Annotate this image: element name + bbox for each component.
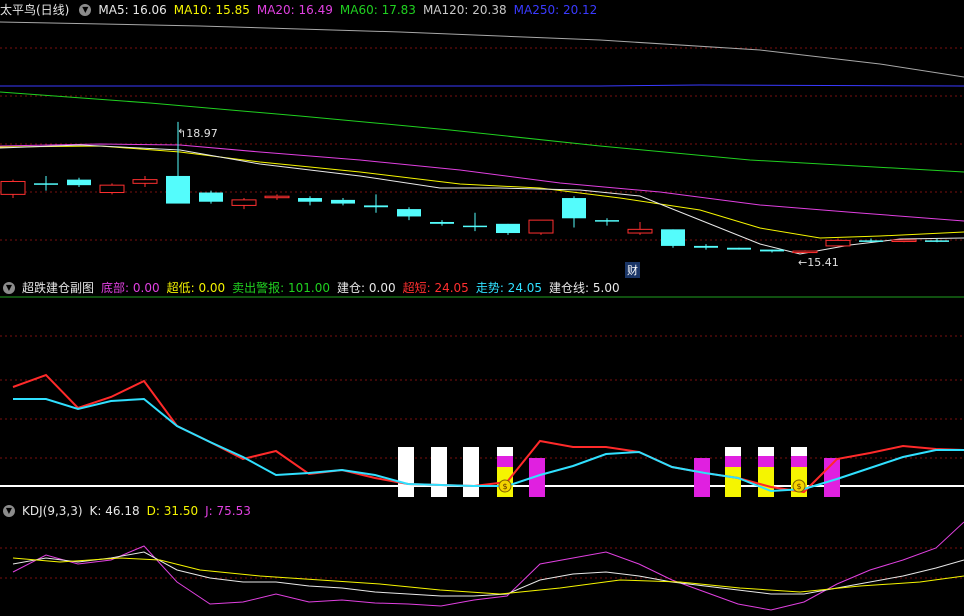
coin-icon-glyph: $ — [502, 482, 507, 491]
high-price-label: 18.97 — [186, 127, 218, 140]
candle-body — [627, 228, 653, 234]
ma60-label: MA60: 17.83 — [339, 3, 416, 17]
ma250-line — [0, 84, 964, 87]
trend-field: 走势: 24.05 — [475, 281, 543, 295]
chevron-down-icon[interactable]: ▼ — [3, 282, 15, 294]
signal-bar — [725, 467, 741, 497]
candle-body — [760, 249, 784, 252]
price-chart-panel[interactable]: 太平鸟(日线) ▼ MA5: 16.06 MA10: 15.85 MA20: 1… — [0, 0, 964, 279]
ma5-label: MA5: 16.06 — [98, 3, 167, 17]
indicator-canvas[interactable]: $ $ — [0, 279, 964, 500]
arrow-icon: ↰ — [177, 127, 187, 140]
indicator-header: ▼ 超跌建仓副图 底部: 0.00 超低: 0.00 卖出警报: 101.00 … — [0, 280, 627, 296]
candle-body — [397, 209, 421, 217]
ma120-label: MA120: 20.38 — [422, 3, 507, 17]
indicator-panel[interactable]: $ $ ▼ 超跌建仓副图 底部: 0.00 超低: 0.00 卖出警报: 101.… — [0, 279, 964, 500]
signal-bar — [694, 458, 710, 497]
candle-body — [694, 245, 718, 248]
signal-bar — [758, 467, 774, 497]
white-bar — [398, 447, 414, 497]
kdj-j-field: J: 75.53 — [205, 504, 251, 518]
high-price-marker: ↰18.97 — [177, 127, 218, 140]
chevron-down-icon[interactable]: ▼ — [79, 4, 92, 16]
candle-body — [661, 229, 685, 246]
price-chart-header: 太平鸟(日线) ▼ MA5: 16.06 MA10: 15.85 MA20: 1… — [0, 2, 604, 18]
candle-body — [231, 199, 257, 206]
low-price-label: 15.41 — [807, 256, 839, 269]
candle-body — [264, 195, 290, 199]
finance-badge[interactable]: 财 — [625, 262, 640, 278]
kdj-k-field: K: 46.18 — [89, 504, 140, 518]
sell-alert-field: 卖出警报: 101.00 — [232, 281, 331, 295]
candle-body — [34, 183, 58, 185]
signal-bar — [758, 456, 774, 467]
kdj-j-line — [12, 521, 964, 611]
price-chart-canvas[interactable] — [0, 0, 964, 279]
candle-body — [528, 219, 554, 234]
candle-body — [132, 179, 158, 184]
indicator-title: 超跌建仓副图 — [22, 281, 95, 295]
signal-bar — [725, 447, 741, 456]
candle-body — [595, 220, 619, 222]
arrow-icon: ← — [798, 256, 808, 269]
signal-bar — [497, 447, 513, 456]
kdj-header: ▼ KDJ(9,3,3) K: 46.18 D: 31.50 J: 75.53 — [0, 503, 258, 519]
candle-body — [496, 223, 520, 234]
kdj-d-line — [12, 557, 964, 595]
ma10-label: MA10: 15.85 — [173, 3, 250, 17]
candle-body — [792, 250, 818, 254]
candle-body — [298, 198, 322, 202]
oversold-field: 超低: 0.00 — [166, 281, 226, 295]
candle-body — [331, 199, 355, 204]
kdj-panel[interactable]: ▼ KDJ(9,3,3) K: 46.18 D: 31.50 J: 75.53 — [0, 500, 964, 616]
candle-body — [925, 240, 949, 242]
coin-icon-glyph: $ — [796, 482, 801, 491]
chevron-down-icon[interactable]: ▼ — [3, 505, 15, 517]
signal-bar — [497, 456, 513, 467]
low-price-marker: ←15.41 — [798, 256, 839, 269]
signal-bar — [758, 447, 774, 456]
candle-body — [364, 205, 388, 208]
bottom-field: 底部: 0.00 — [101, 281, 160, 295]
white-bar — [431, 447, 447, 497]
kdj-title: KDJ(9,3,3) — [22, 504, 83, 518]
stock-title: 太平鸟(日线) — [0, 3, 70, 17]
short-term-line — [12, 373, 964, 494]
candle-body — [430, 221, 454, 224]
candle-body — [0, 180, 26, 195]
candle-body — [166, 175, 190, 204]
candle-body — [727, 247, 751, 250]
ma60-line — [0, 91, 964, 173]
candle-body — [562, 198, 586, 219]
white-bar — [463, 447, 479, 497]
candle-body — [99, 184, 125, 194]
build-field: 建仓: 0.00 — [337, 281, 396, 295]
short-term-field: 超短: 24.05 — [402, 281, 469, 295]
trend-line — [13, 397, 964, 493]
ma120-line — [0, 21, 964, 78]
candle-body — [891, 239, 917, 243]
signal-bar — [791, 456, 807, 467]
ma250-label: MA250: 20.12 — [513, 3, 598, 17]
candle-body — [199, 192, 223, 202]
candle-body — [825, 239, 851, 247]
candle-body — [463, 225, 487, 228]
signal-bar — [791, 447, 807, 456]
candle-body — [859, 240, 883, 242]
kdj-d-field: D: 31.50 — [146, 504, 199, 518]
ma20-label: MA20: 16.49 — [256, 3, 333, 17]
build-line-field: 建仓线: 5.00 — [549, 281, 620, 295]
candle-body — [67, 179, 91, 186]
signal-bar — [725, 456, 741, 467]
